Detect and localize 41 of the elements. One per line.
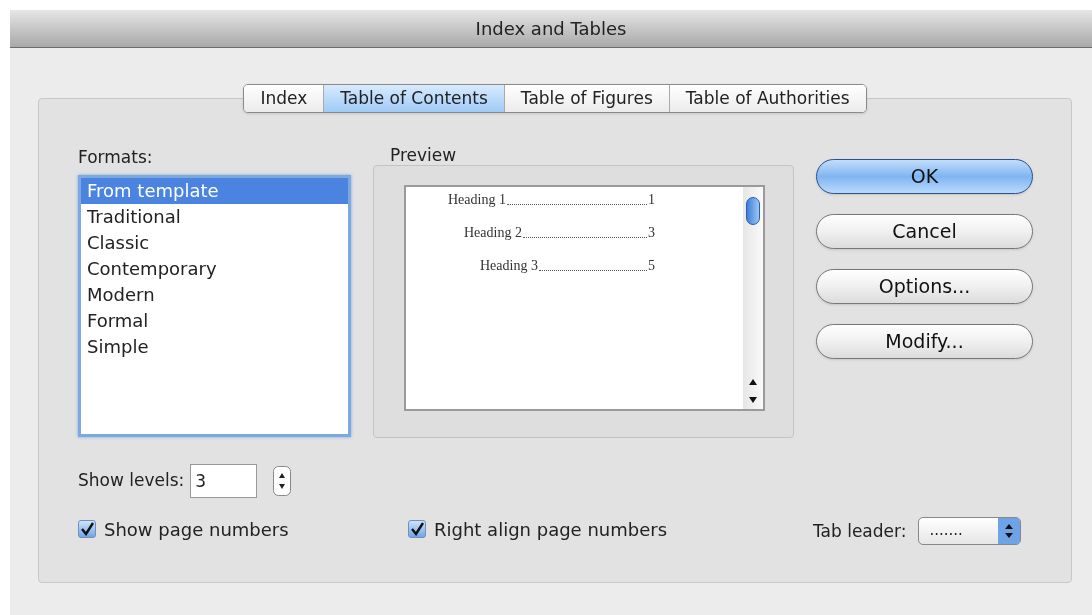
format-item[interactable]: Formal (81, 308, 348, 334)
checkmark-icon (80, 522, 94, 536)
preview-label: Preview (390, 145, 458, 165)
checkbox-label: Right align page numbers (434, 517, 667, 542)
format-item[interactable]: Simple (81, 334, 348, 360)
tab[interactable]: Index (244, 85, 324, 112)
formats-list[interactable]: From template Traditional Classic Contemporary Modern Formal Simple (78, 175, 351, 437)
dialog-button[interactable]: Options... (816, 269, 1033, 304)
scrollbar[interactable] (743, 187, 763, 409)
scroll-thumb[interactable] (746, 197, 760, 225)
format-item[interactable]: Contemporary (81, 256, 348, 282)
checkbox[interactable] (408, 520, 426, 538)
toc-page-number: 5 (648, 257, 655, 275)
tab-leader-select[interactable]: ....... (918, 517, 1022, 545)
dialog-button[interactable]: Cancel (816, 214, 1033, 249)
toc-heading: Heading 2 (464, 224, 522, 242)
tab[interactable]: Table of Figures (503, 85, 669, 112)
toc-page-number: 1 (648, 191, 655, 209)
show-levels-field[interactable]: 3 (190, 464, 258, 498)
tab[interactable]: Table of Contents (323, 85, 504, 112)
formats-label: Formats: (78, 147, 154, 169)
stepper-icon[interactable] (273, 466, 292, 496)
toc-page-number: 3 (648, 224, 655, 242)
dialog-button[interactable]: OK (816, 159, 1033, 194)
format-item[interactable]: Traditional (81, 204, 348, 230)
format-item[interactable]: Classic (81, 230, 348, 256)
toc-heading: Heading 1 (448, 191, 506, 209)
scroll-down-arrow-icon[interactable] (748, 395, 758, 405)
scroll-up-arrow-icon[interactable] (748, 377, 758, 387)
window-title: Index and Tables (475, 17, 627, 41)
tab-leader-label: Tab leader: (813, 520, 907, 544)
toc-heading: Heading 3 (480, 257, 538, 275)
format-item[interactable]: From template (81, 178, 348, 204)
dialog-button[interactable]: Modify... (816, 324, 1033, 359)
checkbox[interactable] (78, 520, 96, 538)
checkmark-icon (410, 522, 424, 536)
tab[interactable]: Table of Authorities (668, 85, 866, 112)
tab-leader-value: ....... (928, 520, 964, 541)
show-levels-label: Show levels: (78, 469, 185, 493)
format-item[interactable]: Modern (81, 282, 348, 308)
checkbox-label: Show page numbers (104, 517, 289, 542)
